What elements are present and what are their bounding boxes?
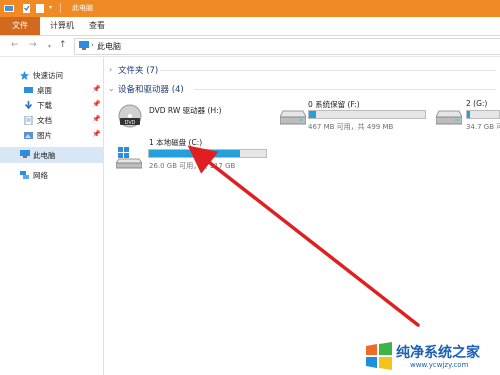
drive-usage-bar (308, 110, 426, 119)
address-input[interactable]: › 此电脑 (74, 38, 500, 55)
divider (160, 70, 496, 71)
sidebar-item-label: 网络 (33, 171, 48, 180)
breadcrumb[interactable]: 此电脑 (97, 41, 121, 52)
pin-icon[interactable]: 📌 (92, 115, 101, 123)
content-pane: › 文件夹 (7) ⌄ 设备和驱动器 (4) DVD DVD RW 驱动器 (H… (104, 57, 500, 375)
sidebar-item-this-pc[interactable]: 此电脑 (0, 147, 103, 163)
hard-drive-icon (435, 109, 463, 127)
separator-icon (60, 3, 61, 13)
windows-drive-icon (115, 147, 143, 171)
download-icon (24, 101, 33, 110)
svg-text:DVD: DVD (125, 120, 136, 126)
watermark: 纯净系统之家 www.ycwjzy.com (362, 338, 500, 375)
navigation-pane: 快速访问 桌面 📌 下载 📌 文档 📌 图片 📌 此电脑 网络 (0, 57, 104, 375)
picture-icon (24, 131, 33, 140)
ribbon-tabs: 文件 计算机 查看 (0, 17, 500, 36)
up-arrow-icon[interactable]: ↑ (59, 40, 67, 50)
sidebar-item-label: 此电脑 (33, 151, 56, 160)
back-arrow-icon[interactable]: ← (11, 40, 19, 50)
drive-f[interactable]: 0 系统保留 (F:) 467 MB 可用，共 499 MB (279, 99, 430, 133)
chevron-right-icon[interactable]: › (109, 65, 112, 74)
drive-free-space: 26.0 GB 可用，共 117 GB (149, 162, 236, 170)
recent-dropdown-icon[interactable]: ▾ (48, 43, 51, 50)
drive-name: 0 系统保留 (F:) (308, 100, 360, 109)
tab-computer[interactable]: 计算机 (50, 20, 74, 31)
sidebar-item-label: 下载 (37, 101, 52, 110)
computer-icon (20, 150, 30, 161)
app-icon (4, 3, 14, 14)
chevron-down-icon[interactable]: ⌄ (108, 84, 115, 93)
group-header-folders[interactable]: 文件夹 (7) (118, 64, 158, 76)
new-folder-icon[interactable] (35, 3, 45, 14)
tab-view[interactable]: 查看 (89, 20, 105, 31)
drive-free-space: 467 MB 可用，共 499 MB (308, 123, 394, 131)
tab-file[interactable]: 文件 (0, 17, 40, 35)
watermark-text: 纯净系统之家 (396, 345, 480, 361)
watermark-url: www.ycwjzy.com (410, 361, 469, 369)
computer-icon (78, 41, 90, 53)
sidebar-item-label: 文档 (37, 116, 52, 125)
drive-dvd[interactable]: DVD DVD RW 驱动器 (H:) (118, 102, 258, 132)
quick-access-dropdown-icon[interactable]: ▾ (49, 5, 59, 16)
drive-name: 1 本地磁盘 (C:) (149, 138, 203, 147)
sidebar-item-label: 图片 (37, 131, 52, 140)
window-title: 此电脑 (72, 4, 93, 12)
drive-free-space: 34.7 GB 可用 (466, 123, 500, 131)
windows-logo-icon (364, 342, 394, 372)
group-header-devices[interactable]: 设备和驱动器 (4) (118, 83, 184, 95)
pin-icon[interactable]: 📌 (92, 100, 101, 108)
hard-drive-icon (279, 109, 307, 127)
drive-c[interactable]: 1 本地磁盘 (C:) 26.0 GB 可用，共 117 GB (115, 137, 276, 173)
pin-icon[interactable]: 📌 (92, 130, 101, 138)
network-icon (20, 171, 29, 180)
sidebar-item-label: 桌面 (37, 86, 52, 95)
pin-icon[interactable]: 📌 (92, 85, 101, 93)
drive-g[interactable]: 2 (G:) 34.7 GB 可用 (435, 99, 500, 133)
title-bar: ▾ 此电脑 (0, 0, 500, 17)
divider (194, 89, 496, 90)
properties-icon[interactable] (22, 3, 32, 14)
document-icon (24, 115, 33, 126)
breadcrumb-chevron-icon[interactable]: › (91, 41, 94, 49)
sidebar-item-label: 快速访问 (33, 71, 63, 80)
drive-usage-bar (466, 110, 500, 119)
forward-arrow-icon[interactable]: → (29, 40, 37, 50)
drive-usage-bar (148, 149, 267, 158)
dvd-drive-icon: DVD (118, 104, 142, 130)
address-bar: ← → ▾ ↑ › 此电脑 (0, 36, 500, 57)
star-icon (20, 71, 29, 80)
drive-name: 2 (G:) (466, 99, 488, 108)
desktop-icon (24, 86, 33, 95)
drive-name: DVD RW 驱动器 (H:) (149, 106, 222, 115)
